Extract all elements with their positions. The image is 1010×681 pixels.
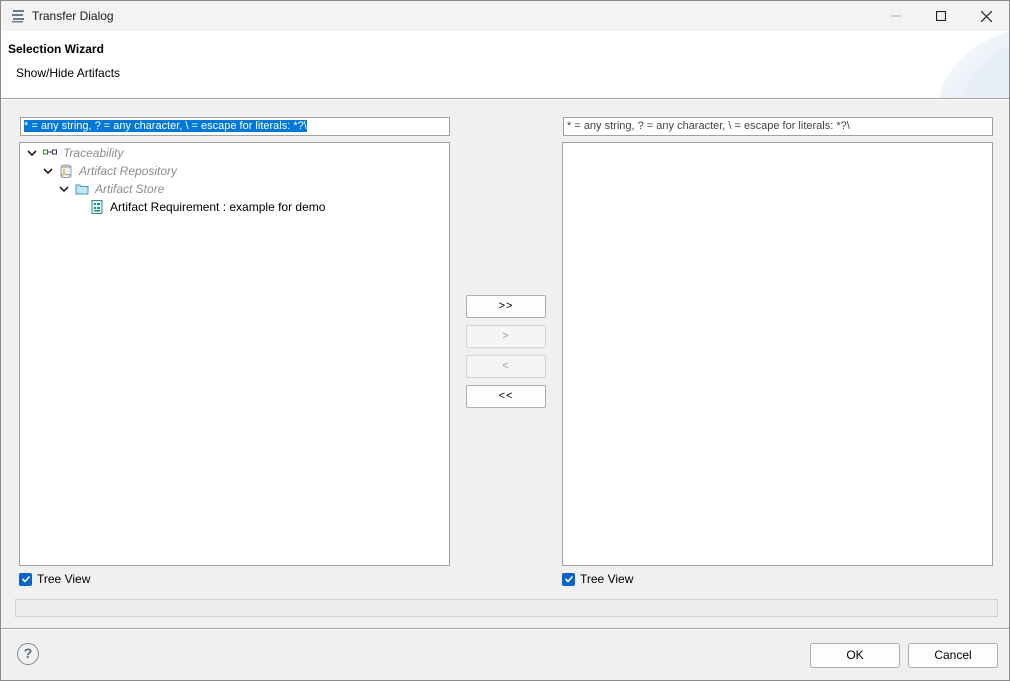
requirement-icon — [91, 200, 103, 214]
tree-item-label: Artifact Store — [95, 182, 165, 196]
wizard-title: Selection Wizard — [8, 42, 104, 56]
window-title: Transfer Dialog — [32, 9, 114, 23]
tree-item-label: Artifact Requirement : example for demo — [110, 200, 326, 214]
close-button[interactable] — [963, 1, 1009, 31]
tree-view-label: Tree View — [580, 572, 634, 586]
right-tree-view-checkbox[interactable]: Tree View — [562, 572, 633, 586]
maximize-icon — [936, 11, 946, 21]
tree-item-artifact-requirement[interactable]: Artifact Requirement : example for demo — [90, 198, 325, 216]
header-separator — [1, 98, 1009, 100]
right-tree-panel[interactable] — [562, 142, 993, 566]
chevron-down-icon[interactable] — [42, 165, 54, 177]
tree-item-label: Artifact Repository — [79, 164, 178, 178]
checkbox-checked-icon[interactable] — [562, 572, 575, 586]
remove-button[interactable]: < — [466, 355, 546, 378]
app-icon — [12, 10, 24, 23]
remove-all-button[interactable]: << — [466, 385, 546, 408]
add-all-button[interactable]: >> — [466, 295, 546, 318]
wizard-subtitle: Show/Hide Artifacts — [16, 66, 121, 80]
tree-item-label: Traceability — [63, 146, 124, 160]
tree-item-artifact-repository[interactable]: Artifact Repository — [42, 162, 177, 180]
ok-button[interactable]: OK — [810, 643, 900, 668]
help-button[interactable]: ? — [17, 643, 39, 665]
chevron-down-icon[interactable] — [58, 183, 70, 195]
minimize-icon — [891, 15, 901, 17]
header-decoration — [939, 31, 1009, 98]
tree-item-traceability[interactable]: Traceability — [26, 144, 123, 162]
add-button[interactable]: > — [466, 325, 546, 348]
left-tree-view-checkbox[interactable]: Tree View — [19, 572, 90, 586]
progress-bar — [15, 599, 998, 617]
cancel-button[interactable]: Cancel — [908, 643, 998, 668]
title-bar: Transfer Dialog — [1, 1, 1009, 31]
footer-separator — [1, 628, 1009, 630]
maximize-button[interactable] — [918, 1, 964, 31]
checkbox-checked-icon[interactable] — [19, 572, 32, 586]
tree-view-label: Tree View — [37, 572, 91, 586]
left-filter-input[interactable]: * = any string, ? = any character, \ = e… — [20, 117, 450, 136]
folder-icon — [75, 184, 89, 195]
close-icon — [980, 10, 992, 22]
repository-icon — [60, 164, 72, 178]
wizard-header: Selection Wizard Show/Hide Artifacts — [1, 31, 1009, 98]
chevron-down-icon[interactable] — [26, 147, 38, 159]
right-filter-input[interactable]: * = any string, ? = any character, \ = e… — [563, 117, 993, 136]
minimize-button[interactable] — [873, 1, 919, 31]
left-filter-text: * = any string, ? = any character, \ = e… — [24, 120, 307, 132]
right-filter-text: * = any string, ? = any character, \ = e… — [567, 120, 850, 132]
left-tree-panel[interactable]: Traceability Artifact Repository Artifac… — [19, 142, 450, 566]
transfer-dialog-window: Transfer Dialog Selection Wizard Show/Hi… — [0, 0, 1010, 681]
tree-item-artifact-store[interactable]: Artifact Store — [58, 180, 164, 198]
traceability-icon — [43, 149, 57, 155]
